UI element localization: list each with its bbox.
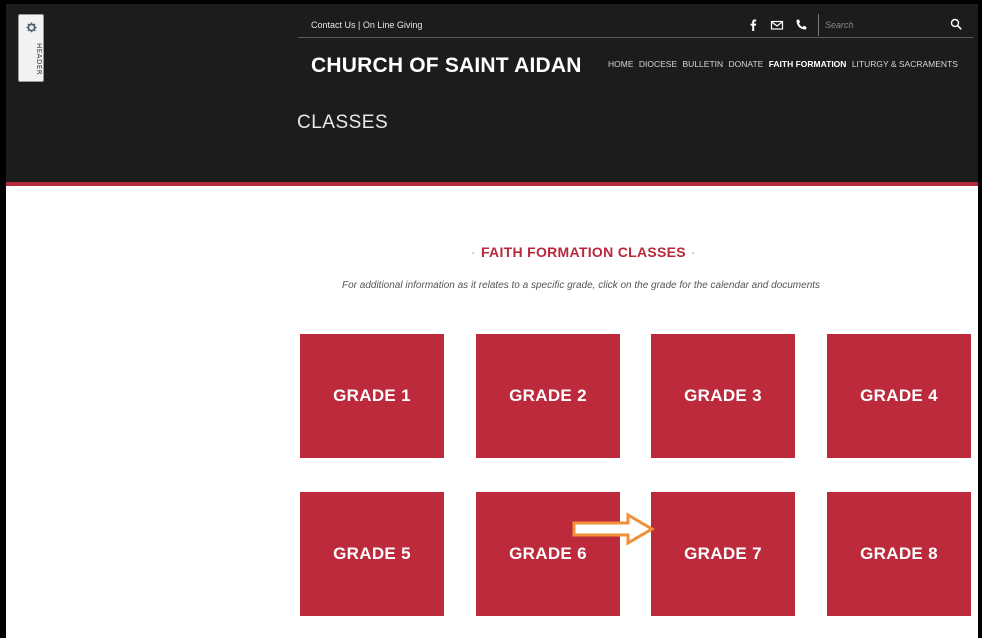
grade-7-tile[interactable]: GRADE 7 bbox=[651, 492, 795, 616]
search-input[interactable] bbox=[825, 17, 935, 33]
utility-links: Contact Us | On Line Giving bbox=[311, 20, 422, 30]
search-box bbox=[818, 14, 968, 36]
title-dot-right: · bbox=[690, 244, 696, 260]
section-subtitle: For additional information as it relates… bbox=[342, 280, 821, 291]
search-icon[interactable] bbox=[950, 18, 962, 30]
contact-us-link[interactable]: Contact Us bbox=[311, 20, 356, 30]
nav-faith-formation[interactable]: FAITH FORMATION bbox=[769, 59, 847, 69]
arrow-right-icon bbox=[572, 512, 655, 546]
utility-separator: | bbox=[358, 20, 361, 30]
section-title-text: FAITH FORMATION CLASSES bbox=[480, 244, 686, 260]
header-settings-tab[interactable]: HEADER bbox=[18, 14, 44, 82]
title-dot-left: · bbox=[471, 244, 476, 260]
section-title: · FAITH FORMATION CLASSES · bbox=[466, 244, 701, 260]
online-giving-link[interactable]: On Line Giving bbox=[363, 20, 423, 30]
page-title: CLASSES bbox=[297, 112, 389, 133]
grade-5-tile[interactable]: GRADE 5 bbox=[300, 492, 444, 616]
facebook-icon[interactable] bbox=[746, 18, 760, 32]
grade-4-tile[interactable]: GRADE 4 bbox=[827, 334, 971, 458]
gear-icon bbox=[26, 22, 37, 33]
main-nav: HOME DIOCESE BULLETIN DONATE FAITH FORMA… bbox=[608, 59, 961, 69]
nav-bulletin[interactable]: BULLETIN bbox=[683, 59, 724, 69]
grade-6-tile[interactable]: GRADE 6 bbox=[476, 492, 620, 616]
site-header: HEADER Contact Us | On Line Giving Searc… bbox=[6, 4, 978, 186]
site-title[interactable]: CHURCH OF SAINT AIDAN bbox=[311, 54, 582, 78]
nav-donate[interactable]: DONATE bbox=[729, 59, 764, 69]
page-frame: HEADER Contact Us | On Line Giving Searc… bbox=[6, 4, 978, 638]
grade-8-tile[interactable]: GRADE 8 bbox=[827, 492, 971, 616]
phone-icon[interactable] bbox=[794, 18, 808, 32]
social-icons bbox=[746, 17, 808, 33]
grade-2-tile[interactable]: GRADE 2 bbox=[476, 334, 620, 458]
email-icon[interactable] bbox=[770, 18, 784, 32]
grade-3-tile[interactable]: GRADE 3 bbox=[651, 334, 795, 458]
top-bar: Contact Us | On Line Giving bbox=[298, 14, 973, 38]
nav-liturgy-sacraments[interactable]: LITURGY & SACRAMENTS bbox=[852, 59, 958, 69]
grade-1-tile[interactable]: GRADE 1 bbox=[300, 334, 444, 458]
nav-home[interactable]: HOME bbox=[608, 59, 634, 69]
header-tab-label: HEADER bbox=[35, 43, 43, 76]
nav-diocese[interactable]: DIOCESE bbox=[639, 59, 677, 69]
